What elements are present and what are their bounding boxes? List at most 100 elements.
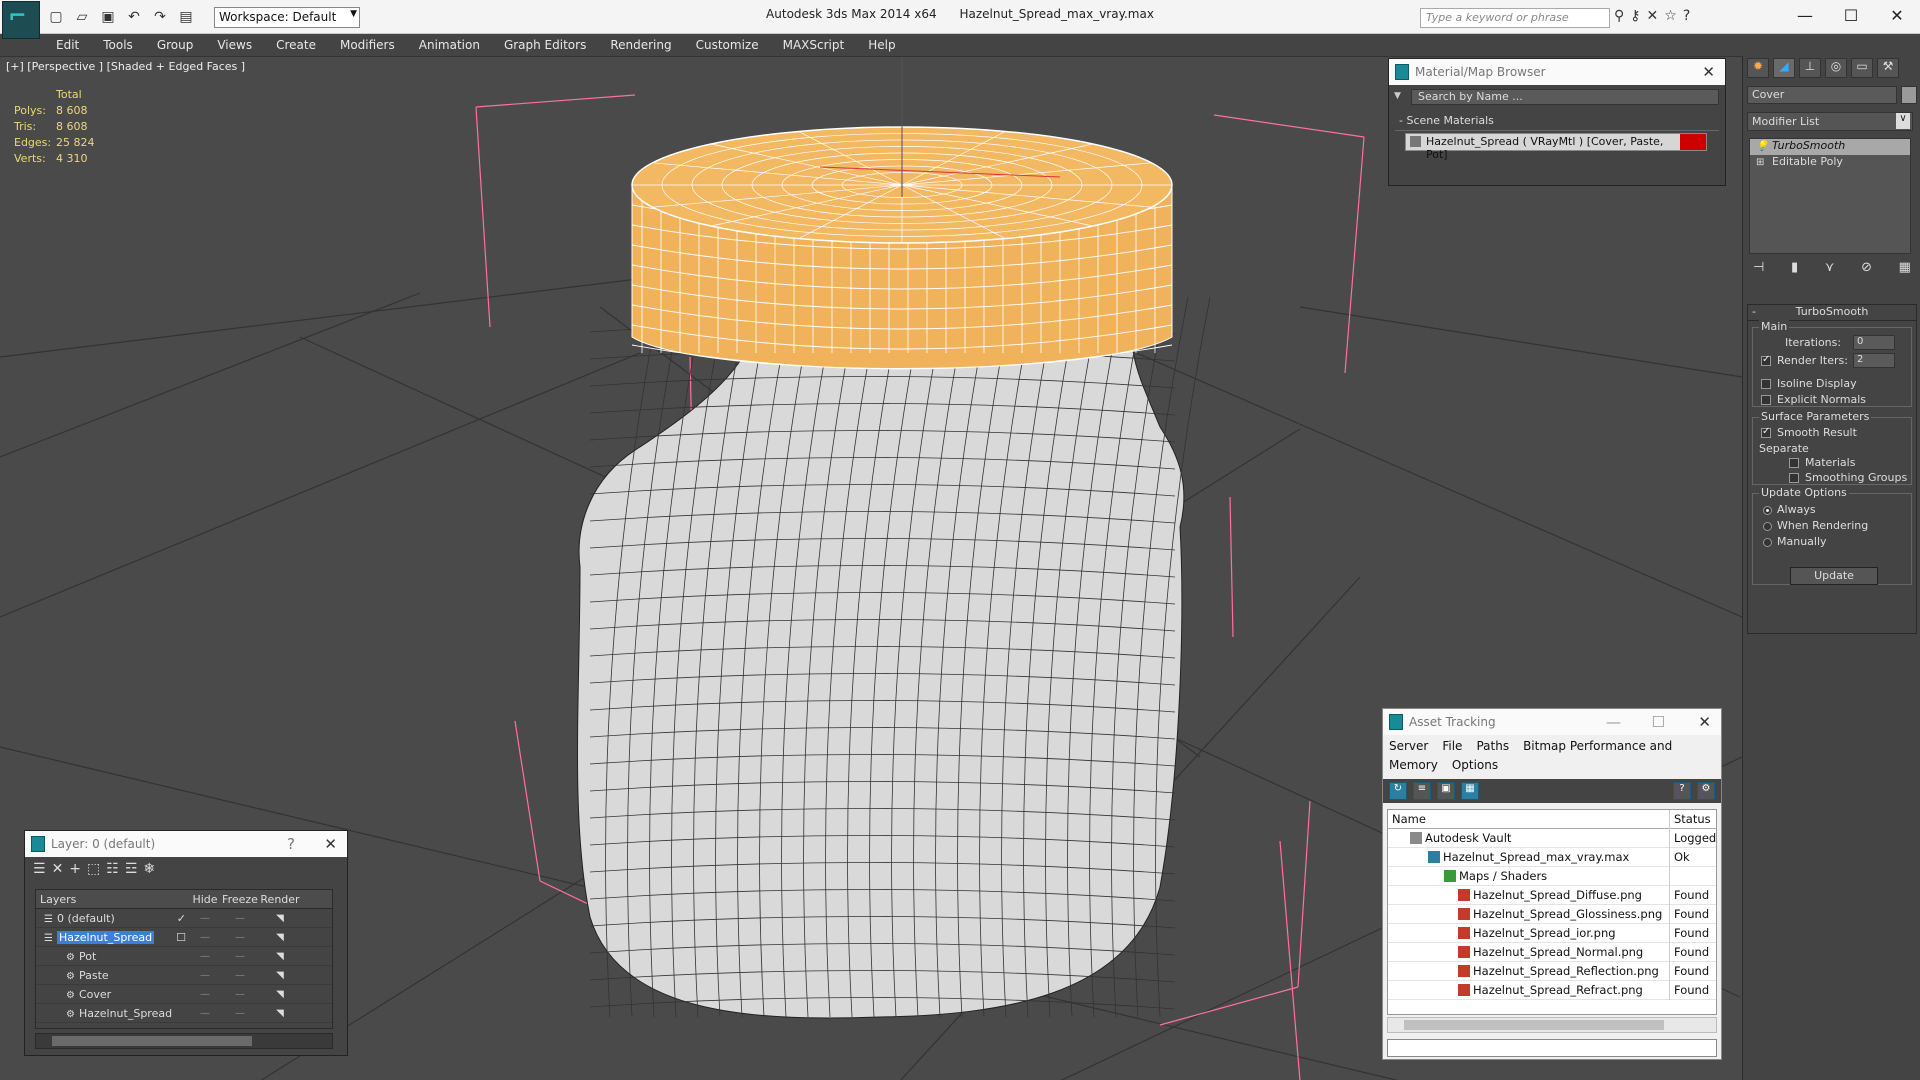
menu-animation[interactable]: Animation: [407, 38, 492, 52]
help-icon[interactable]: ?: [287, 835, 295, 853]
render-iters-spinner[interactable]: 2: [1853, 353, 1895, 368]
star-icon[interactable]: ☆: [1664, 8, 1677, 24]
asset-path-field[interactable]: [1387, 1039, 1717, 1057]
help-icon[interactable]: ?: [1683, 8, 1690, 24]
asset-menu-bitmap[interactable]: Bitmap Performance and Memory: [1389, 739, 1672, 772]
menu-tools[interactable]: Tools: [91, 38, 145, 52]
app-logo-button[interactable]: ⌐: [2, 1, 40, 39]
project-folder-icon[interactable]: ▤: [176, 7, 196, 27]
col-freeze[interactable]: Freeze: [220, 893, 260, 906]
workspace-dropdown[interactable]: Workspace: Default ▼: [214, 7, 360, 28]
isoline-checkbox[interactable]: [1761, 379, 1771, 389]
stack-item-turbosmooth[interactable]: 💡 TurboSmooth: [1750, 139, 1910, 155]
render-iters-checkbox[interactable]: [1761, 354, 1771, 366]
col-status[interactable]: Status: [1670, 812, 1716, 826]
rollout-header[interactable]: - TurboSmooth: [1748, 305, 1916, 321]
menu-graph-editors[interactable]: Graph Editors: [492, 38, 598, 52]
modifier-list-dropdown[interactable]: Modifier List ∨: [1747, 112, 1913, 131]
menu-modifiers[interactable]: Modifiers: [328, 38, 407, 52]
render-toggle-icon[interactable]: ◥: [260, 1008, 300, 1019]
col-render[interactable]: Render: [260, 893, 300, 906]
create-tab-icon[interactable]: ✹: [1747, 58, 1769, 78]
col-hide[interactable]: Hide: [190, 893, 220, 906]
configure-modifier-sets-icon[interactable]: ▦: [1899, 260, 1911, 280]
material-item[interactable]: Hazelnut_Spread ( VRayMtl ) [Cover, Past…: [1405, 133, 1707, 161]
redo-icon[interactable]: ↷: [150, 7, 170, 27]
motion-tab-icon[interactable]: ◎: [1825, 58, 1847, 78]
materials-checkbox[interactable]: [1789, 458, 1799, 468]
smooth-result-checkbox[interactable]: [1761, 426, 1771, 438]
freeze-toggle[interactable]: —: [220, 951, 260, 962]
active-layer-check-icon[interactable]: ✓: [177, 909, 186, 928]
scene-materials-section[interactable]: - Scene Materials: [1395, 113, 1719, 131]
update-button[interactable]: Update: [1790, 567, 1878, 585]
asset-row[interactable]: Autodesk Vault Logged: [1388, 828, 1716, 848]
render-toggle-icon[interactable]: ◥: [260, 989, 300, 1000]
maximize-icon[interactable]: ☐: [1652, 713, 1665, 731]
render-toggle-icon[interactable]: ◥: [260, 970, 300, 981]
stack-item-editable-poly[interactable]: ⊞ Editable Poly: [1750, 155, 1910, 171]
object-name-field[interactable]: Cover: [1747, 86, 1897, 104]
asset-row[interactable]: Hazelnut_Spread_ior.png Found: [1388, 923, 1716, 943]
minimize-icon[interactable]: —: [1782, 0, 1828, 30]
expand-icon[interactable]: ⊞: [1756, 157, 1764, 168]
asset-menu-file[interactable]: File: [1442, 739, 1462, 753]
scroll-thumb[interactable]: [52, 1036, 252, 1046]
asset-scrollbar[interactable]: [1387, 1017, 1717, 1033]
asset-row[interactable]: Maps / Shaders: [1388, 866, 1716, 886]
menu-group[interactable]: Group: [145, 38, 206, 52]
highlight-layer-icon[interactable]: ☷: [106, 861, 119, 879]
display-tab-icon[interactable]: ▭: [1851, 58, 1873, 78]
close-icon[interactable]: ✕: [1874, 0, 1920, 30]
maximize-icon[interactable]: ☐: [1828, 0, 1874, 30]
close-icon[interactable]: ✕: [1698, 713, 1711, 731]
utilities-tab-icon[interactable]: ⚒: [1877, 58, 1899, 78]
hierarchy-tab-icon[interactable]: ⊥: [1799, 58, 1821, 78]
material-search-input[interactable]: Search by Name ...: [1411, 89, 1719, 105]
undo-icon[interactable]: ↶: [124, 7, 144, 27]
table-view-icon[interactable]: ▦: [1461, 782, 1479, 800]
layer-row[interactable]: ⚙ Pot — — ◥: [36, 947, 332, 966]
menu-rendering[interactable]: Rendering: [598, 38, 683, 52]
menu-customize[interactable]: Customize: [684, 38, 771, 52]
menu-help[interactable]: Help: [856, 38, 907, 52]
freeze-toggle[interactable]: —: [220, 989, 260, 1000]
render-toggle-icon[interactable]: ◥: [260, 951, 300, 962]
layer-row[interactable]: ⚙ Paste — — ◥: [36, 966, 332, 985]
show-end-result-icon[interactable]: ▮: [1791, 260, 1798, 280]
render-toggle-icon[interactable]: ◥: [260, 932, 300, 943]
select-objects-icon[interactable]: ⬚: [87, 861, 100, 879]
viewport-label[interactable]: [+] [Perspective ] [Shaded + Edged Faces…: [6, 60, 245, 73]
freeze-toggle[interactable]: —: [220, 932, 260, 943]
key-icon[interactable]: ⚷: [1630, 8, 1640, 24]
asset-row[interactable]: Hazelnut_Spread_Diffuse.png Found: [1388, 885, 1716, 905]
object-color-swatch[interactable]: [1901, 86, 1917, 104]
infocenter-search-input[interactable]: Type a keyword or phrase: [1420, 8, 1610, 28]
pin-stack-icon[interactable]: ⊣: [1753, 260, 1764, 280]
remove-modifier-icon[interactable]: ⊘: [1861, 260, 1872, 280]
menu-views[interactable]: Views: [205, 38, 264, 52]
layer-scrollbar[interactable]: [35, 1033, 333, 1049]
menu-create[interactable]: Create: [264, 38, 328, 52]
hide-toggle[interactable]: —: [190, 913, 220, 924]
options-arrow-icon[interactable]: ▼: [1394, 91, 1401, 101]
asset-row[interactable]: Hazelnut_Spread_Refract.png Found: [1388, 980, 1716, 1000]
hide-toggle[interactable]: —: [190, 970, 220, 981]
menu-edit[interactable]: Edit: [44, 38, 91, 52]
asset-menu-paths[interactable]: Paths: [1476, 739, 1509, 753]
freeze-all-icon[interactable]: ❄: [143, 861, 155, 879]
layer-row[interactable]: ⚙ Cover — — ◥: [36, 985, 332, 1004]
close-icon[interactable]: ✕: [1702, 63, 1715, 81]
open-file-icon[interactable]: ▱: [72, 7, 92, 27]
manually-radio[interactable]: [1763, 538, 1772, 547]
hide-toggle[interactable]: —: [190, 932, 220, 943]
hide-toggle[interactable]: —: [190, 951, 220, 962]
freeze-toggle[interactable]: —: [220, 913, 260, 924]
when-rendering-radio[interactable]: [1763, 522, 1772, 531]
refresh-icon[interactable]: ↻: [1389, 782, 1407, 800]
new-file-icon[interactable]: ▢: [46, 7, 66, 27]
hide-all-icon[interactable]: ☲: [125, 861, 138, 879]
layer-row[interactable]: ☰ Hazelnut_Spread ☐ — — ◥: [36, 928, 332, 947]
scroll-thumb[interactable]: [1404, 1020, 1664, 1030]
list-view-icon[interactable]: ≡: [1413, 782, 1431, 800]
